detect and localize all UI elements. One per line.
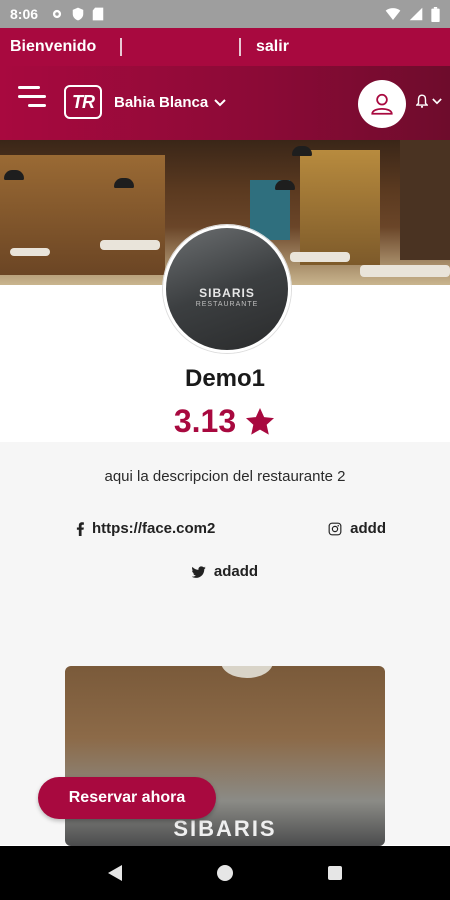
sd-card-icon bbox=[92, 7, 104, 21]
shield-icon bbox=[72, 7, 84, 21]
user-icon bbox=[371, 93, 393, 115]
restaurant-gallery-image[interactable]: SIBARIS bbox=[65, 666, 385, 846]
home-button[interactable] bbox=[216, 864, 234, 882]
status-time: 8:06 bbox=[10, 6, 39, 22]
banner-detail bbox=[300, 150, 380, 265]
banner-detail bbox=[290, 252, 350, 262]
facebook-icon bbox=[76, 521, 84, 536]
city-label: Bahia Blanca bbox=[114, 94, 209, 111]
welcome-bar: Bienvenido salir bbox=[0, 28, 450, 66]
photo-sign-text: SIBARIS bbox=[199, 286, 255, 300]
recents-icon bbox=[328, 866, 343, 880]
banner-detail bbox=[400, 140, 450, 260]
chevron-down-icon bbox=[214, 98, 226, 106]
restaurant-profile-photo: SIBARIS RESTAURANTE bbox=[163, 225, 291, 353]
banner-detail bbox=[292, 146, 312, 156]
banner-detail bbox=[10, 248, 50, 256]
banner-detail bbox=[4, 170, 24, 180]
banner-detail bbox=[114, 178, 134, 188]
wifi-icon bbox=[385, 8, 401, 20]
divider bbox=[239, 38, 241, 56]
chevron-down-icon bbox=[432, 97, 442, 104]
twitter-icon bbox=[191, 565, 206, 578]
banner-detail bbox=[0, 155, 165, 275]
restaurant-rating: 3.13 bbox=[0, 403, 450, 440]
home-icon bbox=[216, 865, 233, 881]
facebook-url: https://face.com2 bbox=[92, 520, 216, 537]
back-button[interactable] bbox=[107, 864, 123, 882]
star-icon bbox=[246, 407, 275, 435]
battery-icon bbox=[431, 6, 440, 22]
settings-icon bbox=[52, 9, 62, 19]
system-navigation-bar bbox=[0, 846, 450, 900]
recents-button[interactable] bbox=[327, 865, 343, 881]
menu-icon[interactable] bbox=[18, 86, 48, 112]
twitter-handle: adadd bbox=[213, 563, 259, 580]
bell-icon bbox=[416, 94, 428, 108]
facebook-link[interactable]: https://face.com2 bbox=[76, 520, 215, 537]
instagram-icon bbox=[328, 522, 342, 535]
gallery-detail bbox=[221, 666, 273, 678]
logout-link[interactable]: salir bbox=[256, 38, 289, 56]
social-links: https://face.com2 addd bbox=[76, 520, 386, 537]
status-right-icons bbox=[385, 6, 440, 22]
photo-sign-subtext: RESTAURANTE bbox=[195, 301, 259, 308]
user-avatar-button[interactable] bbox=[358, 80, 406, 128]
instagram-handle: addd bbox=[350, 520, 386, 537]
welcome-text: Bienvenido bbox=[10, 38, 97, 55]
city-selector[interactable]: Bahia Blanca bbox=[114, 94, 226, 111]
twitter-link[interactable]: adadd bbox=[0, 563, 450, 580]
back-icon bbox=[107, 865, 122, 881]
banner-detail bbox=[100, 240, 160, 250]
rating-value: 3.13 bbox=[173, 403, 237, 439]
instagram-link[interactable]: addd bbox=[328, 520, 386, 537]
restaurant-description: aqui la descripcion del restaurante 2 bbox=[104, 468, 346, 485]
divider bbox=[120, 38, 122, 56]
notifications-button[interactable] bbox=[416, 94, 442, 108]
status-bar: 8:06 bbox=[0, 0, 450, 28]
gallery-sign-text: SIBARIS bbox=[173, 816, 277, 841]
restaurant-name: Demo1 bbox=[184, 365, 266, 392]
banner-detail bbox=[360, 265, 450, 277]
reserve-now-button[interactable]: Reservar ahora bbox=[38, 777, 216, 819]
signal-icon bbox=[409, 7, 423, 21]
banner-detail bbox=[275, 180, 295, 190]
status-left-icons bbox=[50, 7, 104, 21]
app-logo[interactable]: TR bbox=[64, 85, 102, 119]
